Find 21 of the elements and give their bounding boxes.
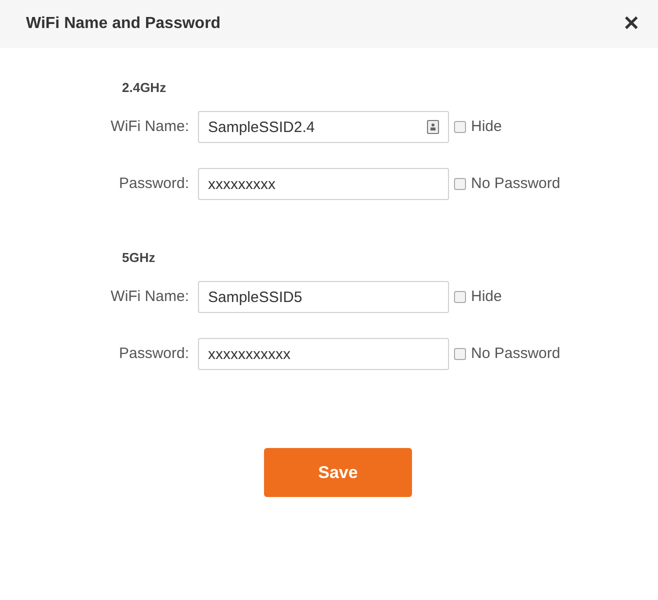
input-field[interactable]: xxxxxxxxx [198,168,449,200]
input-field[interactable]: SampleSSID2.4 [198,111,449,143]
checkbox-label: No Password [471,174,560,194]
field-label: Password: [118,175,189,192]
checkbox-label: Hide [471,116,502,137]
checkbox[interactable] [454,121,466,133]
input-field[interactable]: SampleSSID5 [198,281,449,313]
checkbox-label: No Password [471,344,560,364]
input-field[interactable]: xxxxxxxxxxx [198,338,449,370]
checkbox[interactable] [454,291,466,303]
field-label: WiFi Name: [110,288,189,305]
field-label: Password: [118,345,189,362]
checkbox[interactable] [454,348,466,360]
section-heading: 5GHz [122,250,156,265]
contact-card-icon[interactable] [427,120,439,134]
checkbox[interactable] [454,178,466,190]
dialog-title: WiFi Name and Password [26,14,221,34]
close-button[interactable]: ✕ [619,14,644,34]
field-label: WiFi Name: [110,118,189,135]
checkbox-label: Hide [471,286,502,307]
section-heading: 2.4GHz [122,80,166,95]
